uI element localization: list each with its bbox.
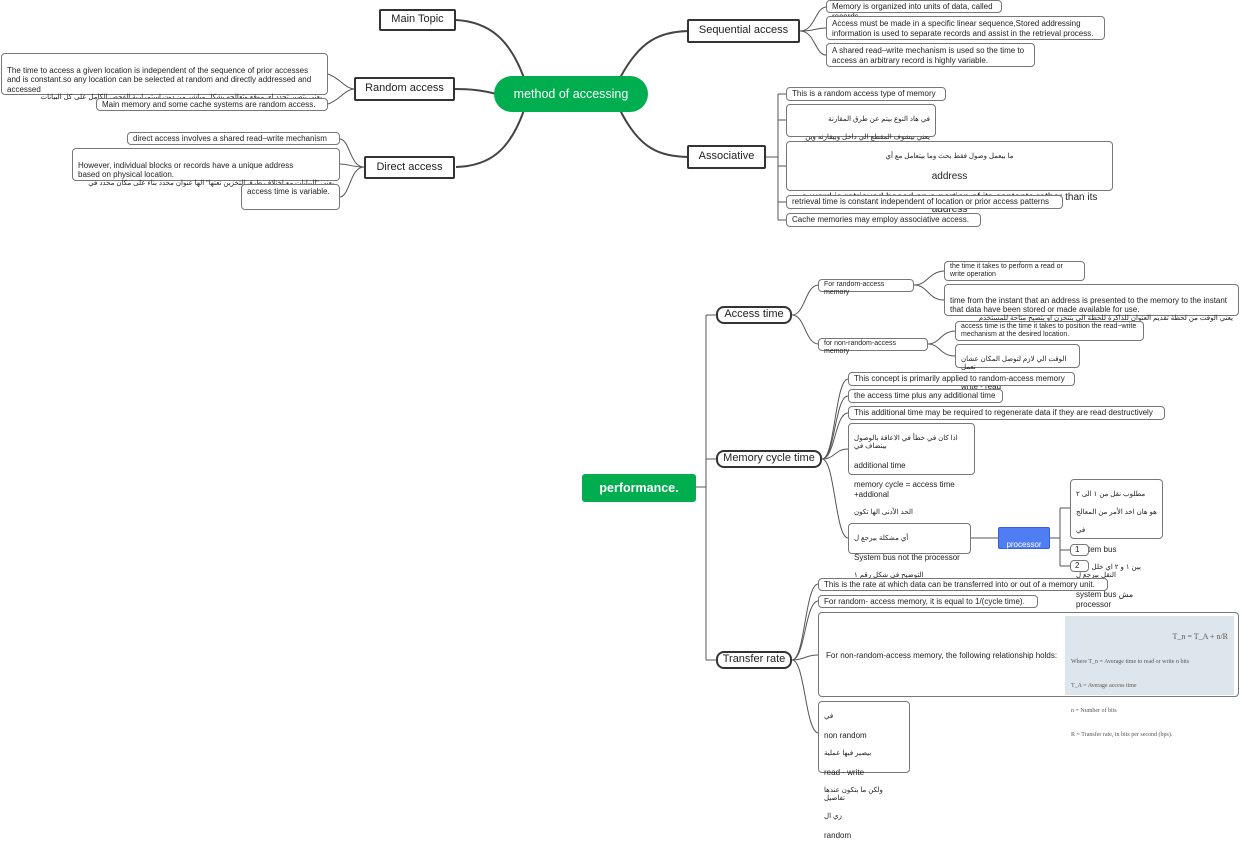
sequential-note-2[interactable]: Access must be made in a specific linear… [826, 16, 1105, 40]
central-topic-method-of-accessing[interactable]: method of accessing [494, 76, 648, 112]
cycle-time-note-2[interactable]: the access time plus any additional time [848, 389, 1003, 403]
processor-detail-note[interactable]: مطلوب نقل من ١ الى ٢ هو هان اخد الأمر من… [1070, 479, 1163, 609]
note-en-1: non random [824, 730, 867, 740]
note-ar-4: زي ال [824, 813, 842, 821]
note-en-2: read - write [824, 767, 865, 777]
topic-sequential-access[interactable]: Sequential access [687, 19, 800, 43]
direct-access-note-1[interactable]: direct access involves a shared read–wri… [127, 132, 340, 145]
formula-bullet-2: T_A = Average access time [1071, 683, 1137, 690]
note-en-2: memory cycle = access time +addional [854, 480, 955, 499]
note-ar-1: اذا كان في خطأ في الاعاقة بالوصول بينضاف… [854, 434, 958, 450]
formula-bullet-4: R = Transfer rate, in bits per second (b… [1071, 732, 1173, 739]
note-en: However, individual blocks or records ha… [78, 160, 294, 180]
access-time-random-note-1[interactable]: the time it takes to perform a read or w… [944, 261, 1085, 281]
note-ar-1: مطلوب نقل من ١ الى ٢ [1076, 490, 1146, 498]
access-time-nonrandom-label[interactable]: for non-random-access memory [818, 338, 928, 355]
note-en-1: additional time [854, 460, 906, 470]
note-ar-1: في [824, 712, 834, 720]
note-ar-2: الحد الأدنى الها تكون [854, 508, 913, 516]
note-en: The time to access a given location is i… [7, 65, 312, 94]
access-time-random-note-2[interactable]: time from the instant that an address is… [944, 284, 1239, 322]
transfer-rate-note-2[interactable]: For random- access memory, it is equal t… [818, 595, 1038, 608]
note-text: For non-random-access memory, the follow… [826, 651, 1058, 660]
topic-memory-cycle-time[interactable]: Memory cycle time [716, 450, 822, 468]
access-time-nonrandom-note-2[interactable]: الوقت الي لازم لتوصل المكان عشان تعمل wr… [955, 344, 1080, 391]
processor-node[interactable]: processor شكل رقم ١ [998, 527, 1050, 566]
associative-note-3[interactable]: ما بيعمل وصول فقط بحث وما بيتعامل مع أي … [786, 141, 1113, 215]
direct-access-note-3[interactable]: access time is variable. [241, 184, 340, 210]
processor-child-1[interactable]: 1 [1070, 544, 1089, 556]
note-en-3: random [824, 831, 852, 841]
associative-note-4[interactable]: retrieval time is constant independent o… [786, 195, 1063, 209]
note-ar-3: ولكن ما بتكون عندها تفاصيل [824, 786, 883, 803]
access-time-nonrandom-note-1[interactable]: access time is the time it takes to posi… [955, 321, 1144, 341]
topic-random-access[interactable]: Random access [354, 77, 455, 101]
note-ar-1: في هاد النوع بيتم عن طرق المقارنة [828, 115, 930, 123]
access-time-random-label[interactable]: For random-access memory [818, 279, 914, 296]
central-topic-performance[interactable]: performance. [582, 474, 696, 502]
note-en-2: system bus مش processor [1076, 590, 1134, 609]
note-ar-3: في [1076, 526, 1086, 534]
topic-direct-access[interactable]: Direct access [364, 156, 455, 179]
formula-bullet-3: n = Number of bits [1071, 707, 1117, 714]
transfer-rate-nonrandom-note[interactable]: For non-random-access memory, the follow… [818, 612, 1239, 738]
processor-child-2[interactable]: 2 [1070, 560, 1089, 572]
topic-associative[interactable]: Associative [687, 145, 766, 169]
associative-note-5[interactable]: Cache memories may employ associative ac… [786, 213, 981, 227]
cycle-time-note-4[interactable]: اذا كان في خطأ في الاعاقة بالوصول بينضاف… [848, 423, 975, 536]
cycle-time-note-3[interactable]: This additional time may be required to … [848, 406, 1165, 420]
note-ar: الوقت الي لازم لتوصل المكان عشان تعمل [961, 355, 1067, 371]
topic-access-time[interactable]: Access time [716, 306, 792, 324]
note-ar-2: بيصير فيها عملية [824, 749, 872, 757]
topic-main-topic[interactable]: Main Topic [379, 9, 456, 31]
transfer-rate-arabic-note[interactable]: في non random بيصير فيها عملية read - wr… [818, 701, 910, 840]
processor-ar: شكل رقم ١ [1006, 558, 1042, 566]
random-access-note[interactable]: The time to access a given location is i… [1, 53, 328, 101]
processor-label: processor [1006, 539, 1042, 549]
associative-note-1[interactable]: This is a random access type of memory [786, 87, 946, 101]
note-en: time from the instant that an address is… [950, 295, 1228, 315]
formula-bullet-1: Where T_n = Average time to read or writ… [1071, 658, 1190, 665]
formula-equation: T_n = T_A + n/R [1172, 632, 1228, 642]
formula-image: T_n = T_A + n/R Where T_n = Average time… [1065, 616, 1234, 738]
note-ar: ما بيعمل وصول فقط بحث وما بيتعامل مع أي [885, 152, 1014, 160]
sequential-note-3[interactable]: A shared read–write mechanism is used so… [826, 43, 1035, 67]
direct-access-note-2[interactable]: However, individual blocks or records ha… [72, 148, 340, 195]
note-ar-1: أي مشكلة بيرجع ل [854, 534, 909, 542]
cycle-time-note-1[interactable]: This concept is primarily applied to ran… [848, 372, 1075, 386]
sequential-note-1[interactable]: Memory is organized into units of data, … [826, 0, 1002, 21]
random-access-note-2[interactable]: Main memory and some cache systems are r… [96, 98, 328, 111]
note-en: System bus not the processor [854, 552, 960, 562]
transfer-rate-note-1[interactable]: This is the rate at which data can be tr… [818, 578, 1108, 591]
note-en-1: address [931, 170, 968, 182]
associative-note-2[interactable]: في هاد النوع بيتم عن طرق المقارنة يعني ب… [786, 104, 936, 169]
topic-transfer-rate[interactable]: Transfer rate [716, 651, 792, 669]
note-ar-2: هو هان اخد الأمر من المعالج [1076, 508, 1157, 516]
cycle-time-bus-note[interactable]: أي مشكلة بيرجع ل System bus not the proc… [848, 523, 971, 579]
